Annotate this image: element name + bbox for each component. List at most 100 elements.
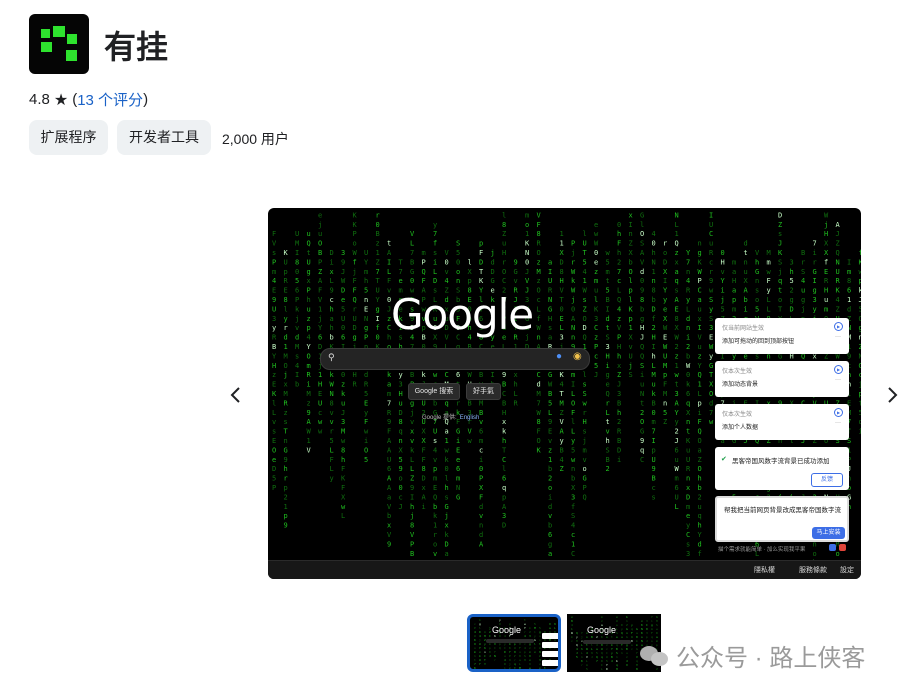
svg-text:n: n <box>859 334 862 342</box>
svg-text:z: z <box>537 277 541 285</box>
svg-text:i: i <box>433 258 437 266</box>
svg-text:K: K <box>594 305 599 313</box>
svg-text:1: 1 <box>675 230 679 238</box>
svg-text:Z: Z <box>836 305 840 313</box>
svg-text:0: 0 <box>341 371 345 379</box>
svg-text:0: 0 <box>445 258 449 266</box>
svg-text:8: 8 <box>399 418 403 426</box>
svg-text:i: i <box>859 428 862 436</box>
svg-text:I: I <box>629 221 633 229</box>
svg-text:g: g <box>606 371 610 379</box>
svg-text:h: h <box>544 670 546 672</box>
thumbnail-1[interactable]: cP4UKOom1t7K4bglD4jUYvkUfAHZy6nCTMjZICmp… <box>467 614 561 672</box>
svg-text:n: n <box>755 277 759 285</box>
svg-text:W: W <box>675 334 680 342</box>
svg-text:6: 6 <box>686 390 690 398</box>
svg-text:n: n <box>571 465 575 473</box>
svg-text:A: A <box>675 399 680 407</box>
svg-text:w: w <box>364 428 369 436</box>
carousel-prev-icon[interactable] <box>224 383 248 407</box>
svg-text:y: y <box>709 352 713 360</box>
svg-text:B: B <box>272 343 276 351</box>
svg-text:c: c <box>330 296 334 304</box>
svg-text:H: H <box>824 230 828 238</box>
svg-text:V: V <box>468 428 473 436</box>
feature-card: 仅本次生效 ▶ 添加动态背景 ··· <box>715 361 849 397</box>
request-text: 帮我把当前网页背景改成黑客帝国数字流 <box>724 507 841 514</box>
svg-text:9: 9 <box>307 409 311 417</box>
feature-card: 仅本次生效 ▶ 添加个人数据 ··· <box>715 404 849 440</box>
svg-text:Q: Q <box>422 268 426 276</box>
svg-text:y: y <box>364 409 368 417</box>
svg-text:d: d <box>744 240 748 248</box>
svg-text:i: i <box>721 287 725 295</box>
svg-text:L: L <box>698 390 702 398</box>
svg-text:D: D <box>330 249 334 257</box>
svg-text:6: 6 <box>341 334 345 342</box>
hint-text: 描个需求就能简单 · 加么实现我平果 <box>718 547 806 553</box>
svg-text:J: J <box>617 381 621 389</box>
category-chip-developer-tools[interactable]: 开发者工具 <box>117 120 211 155</box>
svg-text:K: K <box>479 277 484 285</box>
svg-text:I: I <box>295 371 299 379</box>
svg-text:v: v <box>479 418 483 426</box>
svg-text:P: P <box>307 287 311 295</box>
svg-text:5: 5 <box>576 655 578 659</box>
carousel-next-icon[interactable] <box>880 383 904 407</box>
svg-text:x: x <box>422 484 426 492</box>
watermark: 公众号 · 路上侠客 <box>640 638 865 673</box>
svg-text:4: 4 <box>295 362 299 370</box>
svg-text:b: b <box>652 296 656 304</box>
svg-text:x: x <box>284 381 288 389</box>
svg-text:N: N <box>548 296 552 304</box>
svg-text:i: i <box>606 362 610 370</box>
svg-text:h: h <box>617 230 621 238</box>
google-search-button: Google 搜索 <box>408 383 460 400</box>
svg-text:K: K <box>629 305 634 313</box>
svg-text:V: V <box>525 277 530 285</box>
svg-text:y: y <box>663 296 667 304</box>
svg-text:z: z <box>307 399 311 407</box>
svg-text:0: 0 <box>652 240 656 248</box>
svg-text:8: 8 <box>284 296 288 304</box>
category-chip-extensions[interactable]: 扩展程序 <box>29 120 108 155</box>
svg-text:M: M <box>479 399 483 407</box>
svg-text:g: g <box>353 334 357 342</box>
svg-text:6: 6 <box>456 371 460 379</box>
svg-text:E: E <box>364 305 368 313</box>
svg-text:P: P <box>272 258 276 266</box>
svg-text:e: e <box>686 512 690 520</box>
svg-text:t: t <box>686 428 690 436</box>
svg-text:X: X <box>744 277 749 285</box>
svg-text:z: z <box>698 352 702 360</box>
svg-text:r: r <box>353 305 357 313</box>
svg-text:4: 4 <box>836 296 840 304</box>
svg-text:w: w <box>594 230 599 238</box>
svg-text:W: W <box>571 287 576 295</box>
svg-text:z: z <box>594 334 598 342</box>
svg-text:I: I <box>813 277 817 285</box>
svg-text:0: 0 <box>617 221 621 229</box>
svg-text:t: t <box>778 287 782 295</box>
svg-text:u: u <box>307 230 311 238</box>
svg-text:D: D <box>445 540 449 548</box>
svg-text:5: 5 <box>548 399 552 407</box>
svg-text:5: 5 <box>364 390 368 398</box>
svg-text:l: l <box>583 371 587 379</box>
svg-text:4: 4 <box>307 334 311 342</box>
svg-text:W: W <box>686 362 691 370</box>
svg-text:0: 0 <box>721 249 725 257</box>
svg-text:u: u <box>318 230 322 238</box>
svg-text:U: U <box>376 287 380 295</box>
svg-text:p: p <box>539 670 541 672</box>
svg-text:B: B <box>479 371 483 379</box>
reviews-link[interactable]: 13 个评分 <box>77 89 143 110</box>
svg-text:1: 1 <box>445 437 449 445</box>
svg-text:Z: Z <box>663 418 667 426</box>
svg-text:v: v <box>330 418 334 426</box>
svg-text:0: 0 <box>376 334 380 342</box>
svg-text:M: M <box>284 390 288 398</box>
svg-text:1: 1 <box>560 240 564 248</box>
svg-text:n: n <box>284 437 288 445</box>
svg-text:3: 3 <box>571 493 575 501</box>
